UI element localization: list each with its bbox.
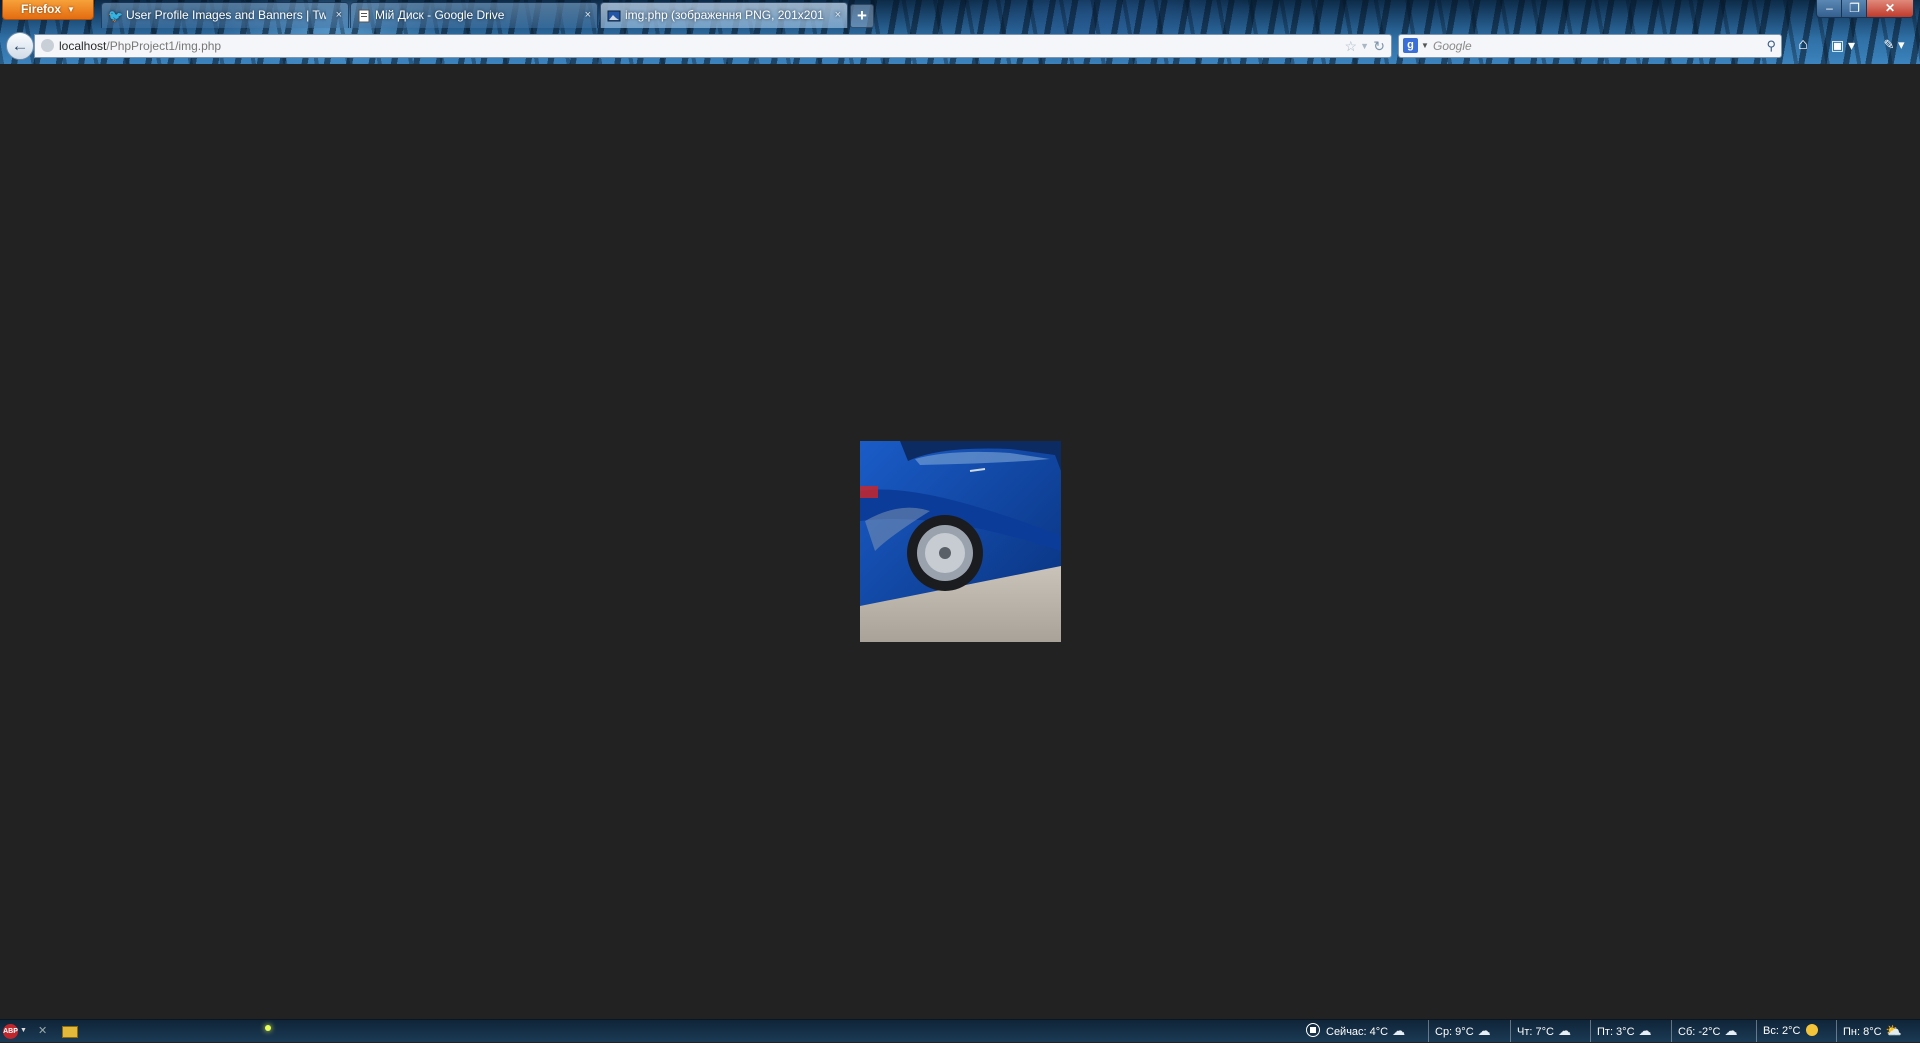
back-arrow-icon: ← [11,36,29,55]
cloud-icon: ☁ [1638,1023,1652,1038]
weather-widget-icon [1306,1023,1320,1037]
status-bar: ABP ▼ ✕ Сейчас: 4°C ☁ Ср: 9°C ☁ Чт: 7°C ☁ П… [0,1019,1920,1042]
close-window-button[interactable]: ✕ [1866,0,1914,18]
reload-icon[interactable]: ↻ [1373,35,1385,57]
tab-google-drive[interactable]: Мій Диск - Google Drive × [350,2,598,28]
firefox-menu-label: Firefox [21,2,62,16]
cloud-icon: ☁ [1477,1023,1491,1038]
image-icon [607,9,621,23]
new-tab-button[interactable]: + [850,4,874,28]
forecast-thu[interactable]: Чт: 7°C ☁ [1510,1020,1571,1042]
tab-img-php[interactable]: img.php (зображення PNG, 201x201 ... × [600,2,848,28]
chevron-down-icon[interactable]: ▼ [1421,35,1429,57]
forecast-sat[interactable]: Сб: -2°C ☁ [1671,1020,1737,1042]
close-icon[interactable]: × [585,3,591,28]
cloud-icon: ☁ [1724,1023,1738,1038]
home-icon: ⌂ [1798,36,1808,53]
minimize-button[interactable]: ‒ [1816,0,1843,18]
page-viewport [0,64,1920,1019]
forecast-label: Вс: 2°C [1763,1025,1801,1037]
google-engine-icon[interactable]: g [1403,38,1418,53]
tab-twitter[interactable]: 🐦 User Profile Images and Banners | Twi.… [101,2,349,28]
bookmarks-button[interactable]: ▣ ▾ [1826,33,1860,57]
close-icon[interactable]: ✕ [38,1020,47,1042]
close-icon[interactable]: × [336,3,342,28]
bookmark-star-icon[interactable]: ☆ [1344,35,1357,57]
addon-icon: ✎ ▾ [1883,37,1905,52]
tab-title: img.php (зображення PNG, 201x201 ... [625,8,825,22]
car-image-picture [860,441,1061,642]
search-placeholder: Google [1433,39,1472,53]
history-dropdown-icon[interactable]: ▼ [1360,35,1369,57]
maximize-button[interactable]: ❐ [1841,0,1868,18]
tab-title: User Profile Images and Banners | Twi... [126,8,326,22]
addon-button[interactable]: ✎ ▾ [1876,33,1912,57]
firefox-menu-button[interactable]: Firefox ▼ [2,0,94,20]
site-identity-icon[interactable] [41,39,54,52]
theme-firefly [265,1025,271,1031]
folder-icon[interactable] [62,1026,78,1038]
tab-title: Мій Диск - Google Drive [375,8,505,22]
cloud-icon: ☁ [1557,1023,1571,1038]
magnifier-icon[interactable]: ⚲ [1766,35,1776,57]
weather-now[interactable]: Сейчас: 4°C ☁ [1300,1020,1405,1042]
url-host: localhost [59,39,107,53]
forecast-wed[interactable]: Ср: 9°C ☁ [1428,1020,1491,1042]
cloud-icon: ☁ [1392,1023,1406,1038]
back-button[interactable]: ← [6,32,34,60]
home-button[interactable]: ⌂ [1790,33,1816,57]
chevron-down-icon: ▼ [67,5,75,14]
forecast-mon[interactable]: Пн: 8°C ⛅ [1836,1020,1902,1042]
forecast-sun[interactable]: Вс: 2°C [1756,1020,1819,1042]
forecast-label: Пт: 3°C [1597,1026,1635,1038]
sun-icon [1806,1024,1819,1036]
close-icon[interactable]: × [835,3,841,28]
twitter-bird-icon: 🐦 [108,9,123,23]
adblock-icon[interactable]: ABP [3,1024,18,1039]
forecast-label: Сб: -2°C [1678,1026,1721,1038]
sun-cloud-icon: ⛅ [1885,1023,1902,1038]
url-bar[interactable]: localhost/PhpProject1/img.php ☆ ▼ ↻ [34,34,1392,58]
forecast-label: Пн: 8°C [1843,1026,1882,1038]
search-bar[interactable]: g ▼ Google ⚲ [1398,34,1782,58]
forecast-label: Чт: 7°C [1517,1026,1554,1038]
chevron-down-icon[interactable]: ▼ [20,1020,27,1042]
weather-now-label: Сейчас: 4°C [1326,1026,1389,1038]
car-image[interactable] [860,441,1061,642]
google-drive-icon [357,9,371,23]
browser-chrome: Firefox ▼ 🐦 User Profile Images and Banne… [0,0,1920,64]
bookmarks-icon: ▣ ▾ [1830,37,1856,53]
url-path: /PhpProject1/img.php [106,39,222,53]
forecast-label: Ср: 9°C [1435,1026,1474,1038]
url-text: localhost/PhpProject1/img.php [59,35,221,57]
forecast-fri[interactable]: Пт: 3°C ☁ [1590,1020,1652,1042]
